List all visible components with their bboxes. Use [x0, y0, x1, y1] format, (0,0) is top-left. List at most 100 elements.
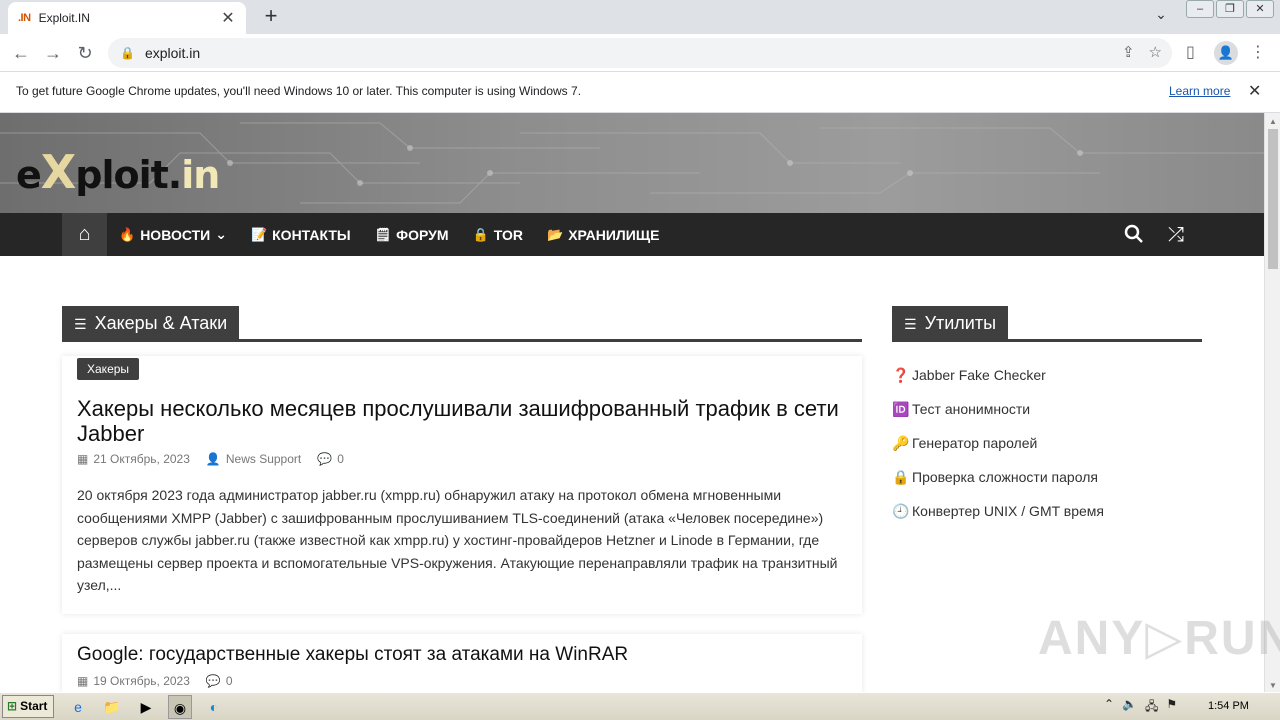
- windows-logo-icon: ⊞: [7, 699, 18, 713]
- section-title[interactable]: ☰ Хакеры & Атаки: [62, 306, 240, 342]
- restore-button[interactable]: ❐: [1216, 0, 1244, 18]
- section-header: ☰ Хакеры & Атаки: [62, 306, 862, 342]
- post-meta: ▦ 21 Октябрь, 2023 👤 News Support 💬 0: [77, 452, 344, 466]
- chrome-icon[interactable]: ◉: [168, 695, 192, 719]
- clock-icon: 🕘: [892, 502, 910, 519]
- nav-menu: 🔥 НОВОСТИ ⌄ 📝 КОНТАКТЫ 🗒 ФОРУМ 🔒 TOR 📂 Х…: [119, 213, 659, 256]
- sidebar-title: ☰ Утилиты: [892, 306, 1009, 342]
- scroll-down-icon[interactable]: ▼: [1265, 681, 1280, 690]
- address-bar[interactable]: 🔒 exploit.in ⇪ ☆: [108, 38, 1172, 68]
- window-controls: – ❐ ✕: [1186, 0, 1274, 18]
- fire-icon: 🔥: [119, 226, 136, 242]
- media-player-icon[interactable]: ▶: [134, 695, 158, 719]
- post-author[interactable]: 👤 News Support: [206, 452, 301, 466]
- menu-kebab-icon[interactable]: ⋮: [1250, 42, 1266, 62]
- volume-icon[interactable]: 🔈: [1122, 697, 1137, 718]
- main-navigation: ⌂ 🔥 НОВОСТИ ⌄ 📝 КОНТАКТЫ 🗒 ФОРУМ 🔒 TOR 📂…: [0, 213, 1264, 256]
- tab-strip: .IN Exploit.IN ✕ + ⌄ – ❐ ✕: [0, 0, 1280, 34]
- lock-icon: 🔒: [472, 226, 489, 242]
- forward-arrow-icon[interactable]: →: [40, 40, 66, 66]
- comment-icon: 💬: [317, 452, 333, 466]
- post-card: Хакеры Хакеры несколько месяцев прослуши…: [62, 356, 862, 614]
- back-arrow-icon[interactable]: ←: [8, 40, 34, 66]
- side-panel-icon[interactable]: ▯: [1186, 42, 1195, 62]
- id-icon: 🆔: [892, 400, 910, 417]
- lock-icon[interactable]: 🔒: [120, 46, 135, 60]
- bookmark-star-icon[interactable]: ☆: [1149, 43, 1162, 61]
- share-icon[interactable]: ⇪: [1122, 43, 1135, 61]
- util-anonymity-test[interactable]: 🆔 Тест анонимности: [892, 392, 1202, 426]
- memo-icon: 📝: [250, 226, 268, 242]
- post-date[interactable]: ▦ 21 Октябрь, 2023: [77, 452, 190, 466]
- taskbar-clock[interactable]: 1:54 PM: [1208, 700, 1249, 712]
- site-favicon-icon: .IN: [18, 12, 31, 24]
- infobar-message: To get future Google Chrome updates, you…: [16, 84, 582, 98]
- tab-title: Exploit.IN: [38, 11, 90, 25]
- comment-icon: 💬: [205, 674, 221, 688]
- search-icon[interactable]: [1124, 224, 1144, 250]
- nav-item-news[interactable]: 🔥 НОВОСТИ ⌄: [119, 226, 227, 243]
- browser-tab[interactable]: .IN Exploit.IN ✕: [8, 2, 246, 34]
- list-icon: ☰: [74, 316, 87, 332]
- post-title[interactable]: Google: государственные хакеры стоят за …: [77, 642, 847, 667]
- windows-taskbar: ⊞ Start e 📁 ▶ ◉ ◐ ⌃ 🔈 🖧 ⚑ 1:54 PM: [0, 692, 1280, 720]
- post-comments[interactable]: 💬 0: [317, 452, 344, 466]
- util-jabber-checker[interactable]: ❓ Jabber Fake Checker: [892, 358, 1202, 392]
- util-password-strength[interactable]: 🔒 Проверка сложности пароля: [892, 460, 1202, 494]
- minimize-button[interactable]: –: [1186, 0, 1214, 18]
- chevron-down-icon: ⌄: [215, 226, 227, 242]
- post-meta: ▦ 19 Октябрь, 2023 💬 0: [77, 674, 233, 688]
- tab-close-icon[interactable]: ✕: [220, 8, 236, 28]
- question-icon: ❓: [892, 366, 910, 383]
- page-scrollbar[interactable]: ▲ ▼: [1264, 113, 1280, 692]
- action-center-flag-icon[interactable]: ⚑: [1166, 697, 1177, 718]
- new-tab-button[interactable]: +: [258, 4, 284, 30]
- system-tray: ⌃ 🔈 🖧 ⚑: [1104, 697, 1177, 718]
- site-header-banner: eXploit.in: [0, 113, 1264, 213]
- notepad-icon: 🗒: [374, 226, 392, 242]
- close-window-button[interactable]: ✕: [1246, 0, 1274, 18]
- post-title[interactable]: Хакеры несколько месяцев прослушивали за…: [77, 396, 847, 446]
- edge-icon[interactable]: ◐: [202, 695, 226, 719]
- util-password-generator[interactable]: 🔑 Генератор паролей: [892, 426, 1202, 460]
- tab-search-icon[interactable]: ⌄: [1150, 6, 1172, 28]
- calendar-icon: ▦: [77, 452, 89, 466]
- tray-expand-icon[interactable]: ⌃: [1104, 697, 1114, 718]
- home-icon[interactable]: ⌂: [62, 213, 107, 256]
- key-icon: 🔑: [892, 434, 910, 451]
- reload-icon[interactable]: ↻: [72, 40, 98, 66]
- start-button[interactable]: ⊞ Start: [2, 695, 54, 718]
- learn-more-link[interactable]: Learn more: [1169, 84, 1230, 98]
- post-date[interactable]: ▦ 19 Октябрь, 2023: [77, 674, 190, 688]
- post-comments[interactable]: 💬 0: [206, 674, 233, 688]
- scroll-thumb[interactable]: [1268, 129, 1278, 269]
- taskbar-apps: e 📁 ▶ ◉ ◐: [66, 695, 226, 719]
- file-explorer-icon[interactable]: 📁: [100, 695, 124, 719]
- util-unix-time-converter[interactable]: 🕘 Конвертер UNIX / GMT время: [892, 494, 1202, 528]
- user-icon: 👤: [205, 452, 221, 466]
- category-badge[interactable]: Хакеры: [77, 358, 140, 380]
- scroll-up-icon[interactable]: ▲: [1265, 117, 1280, 126]
- profile-avatar-icon[interactable]: 👤: [1214, 41, 1238, 65]
- update-infobar: To get future Google Chrome updates, you…: [0, 72, 1280, 113]
- post-excerpt: 20 октября 2023 года администратор jabbe…: [77, 487, 838, 593]
- nav-item-forum[interactable]: 🗒 ФОРУМ: [375, 227, 449, 243]
- lock-icon: 🔒: [892, 468, 910, 485]
- shuffle-icon[interactable]: ⤮: [1168, 224, 1184, 247]
- post-card: Google: государственные хакеры стоят за …: [62, 634, 862, 694]
- calendar-icon: ▦: [77, 674, 89, 688]
- utilities-list: ❓ Jabber Fake Checker 🆔 Тест анонимности…: [892, 358, 1202, 528]
- browser-toolbar: ← → ↻ 🔒 exploit.in ⇪ ☆ ▯ 👤 ⋮: [0, 34, 1280, 72]
- folder-icon: 📂: [547, 226, 564, 242]
- nav-item-storage[interactable]: 📂 ХРАНИЛИЩЕ: [547, 227, 659, 243]
- url-text[interactable]: exploit.in: [145, 45, 200, 61]
- internet-explorer-icon[interactable]: e: [66, 695, 90, 719]
- network-icon[interactable]: 🖧: [1145, 697, 1158, 718]
- infobar-close-icon[interactable]: ✕: [1248, 81, 1261, 101]
- nav-item-contacts[interactable]: 📝 КОНТАКТЫ: [251, 227, 351, 243]
- sidebar-header: ☰ Утилиты: [892, 306, 1202, 342]
- nav-item-tor[interactable]: 🔒 TOR: [473, 227, 524, 243]
- site-logo[interactable]: eXploit.in: [16, 145, 220, 199]
- anyrun-watermark: ANY▷RUN: [1038, 612, 1280, 665]
- list-icon: ☰: [904, 316, 917, 332]
